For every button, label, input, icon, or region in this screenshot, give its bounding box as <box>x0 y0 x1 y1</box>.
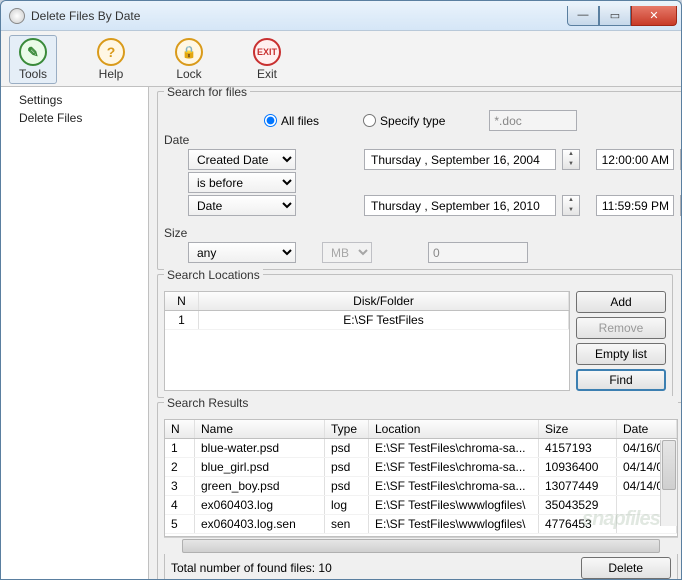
pencil-icon: ✎ <box>19 38 47 66</box>
window-title: Delete Files By Date <box>31 9 567 23</box>
time1-picker[interactable]: 12:00:00 AM <box>596 149 674 170</box>
search-results-group: Search Results N Name Type Location Size… <box>157 402 681 579</box>
col-header-type[interactable]: Type <box>325 420 369 438</box>
search-locations-group: Search Locations N Disk/Folder 1 E:\SF T… <box>157 274 673 398</box>
date1-spinner[interactable]: ▲▼ <box>562 149 580 170</box>
exit-button[interactable]: EXIT Exit <box>243 35 291 84</box>
type-filter-input[interactable] <box>489 110 577 131</box>
date-mode-select[interactable]: Date <box>188 195 296 216</box>
time2-spinner[interactable]: ▲▼ <box>680 195 681 216</box>
date1-picker[interactable]: Thursday , September 16, 2004 <box>364 149 556 170</box>
app-icon <box>9 8 25 24</box>
results-vscrollbar[interactable] <box>660 440 677 526</box>
col-header-date[interactable]: Date <box>617 420 677 438</box>
toolbar: ✎ Tools ? Help 🔒 Lock EXIT Exit <box>1 31 681 87</box>
delete-button[interactable]: Delete <box>581 557 671 579</box>
time2-picker[interactable]: 11:59:59 PM <box>596 195 674 216</box>
size-comparator-select[interactable]: any <box>188 242 296 263</box>
result-row[interactable]: 3green_boy.psdpsdE:\SF TestFiles\chroma-… <box>165 477 677 496</box>
sidebar-item-settings[interactable]: Settings <box>1 91 148 109</box>
search-locations-legend: Search Locations <box>164 268 263 282</box>
size-label: Size <box>164 226 206 240</box>
tools-button[interactable]: ✎ Tools <box>9 35 57 84</box>
minimize-button[interactable]: — <box>567 6 599 26</box>
toolbar-label: Exit <box>257 67 277 81</box>
location-row[interactable]: 1 E:\SF TestFiles <box>165 311 569 330</box>
result-row[interactable]: 5ex060403.log.sensenE:\SF TestFiles\wwwl… <box>165 515 677 534</box>
col-header-size[interactable]: Size <box>539 420 617 438</box>
empty-list-button[interactable]: Empty list <box>576 343 666 365</box>
specify-type-radio-input[interactable] <box>363 114 376 127</box>
all-files-radio[interactable]: All files <box>264 114 319 128</box>
date2-spinner[interactable]: ▲▼ <box>562 195 580 216</box>
maximize-button[interactable]: ▭ <box>599 6 631 26</box>
date-comparator-select[interactable]: is before <box>188 172 296 193</box>
date2-picker[interactable]: Thursday , September 16, 2010 <box>364 195 556 216</box>
lock-button[interactable]: 🔒 Lock <box>165 35 213 84</box>
close-button[interactable]: ✕ <box>631 6 677 26</box>
time1-spinner[interactable]: ▲▼ <box>680 149 681 170</box>
col-header-location[interactable]: Location <box>369 420 539 438</box>
sidebar-item-delete-files[interactable]: Delete Files <box>1 109 148 127</box>
find-button[interactable]: Find <box>576 369 666 391</box>
toolbar-label: Help <box>99 67 124 81</box>
search-results-legend: Search Results <box>164 396 678 410</box>
help-button[interactable]: ? Help <box>87 35 135 84</box>
size-unit-select[interactable]: MB <box>322 242 372 263</box>
remove-button[interactable]: Remove <box>576 317 666 339</box>
col-header-name[interactable]: Name <box>195 420 325 438</box>
specify-type-radio[interactable]: Specify type <box>363 114 445 128</box>
specify-type-label: Specify type <box>380 114 445 128</box>
col-header-n[interactable]: N <box>165 420 195 438</box>
total-files-label: Total number of found files: 10 <box>171 561 332 575</box>
search-files-legend: Search for files <box>164 87 250 99</box>
all-files-radio-input[interactable] <box>264 114 277 127</box>
search-files-group: Search for files All files Specify type … <box>157 91 681 270</box>
all-files-label: All files <box>281 114 319 128</box>
titlebar: Delete Files By Date — ▭ ✕ <box>1 1 681 31</box>
result-row[interactable]: 2blue_girl.psdpsdE:\SF TestFiles\chroma-… <box>165 458 677 477</box>
locations-table: N Disk/Folder 1 E:\SF TestFiles <box>164 291 570 391</box>
exit-icon: EXIT <box>253 38 281 66</box>
result-row[interactable]: 1blue-water.psdpsdE:\SF TestFiles\chroma… <box>165 439 677 458</box>
toolbar-label: Lock <box>176 67 201 81</box>
results-hscrollbar[interactable] <box>164 537 678 554</box>
toolbar-label: Tools <box>19 67 47 81</box>
lock-icon: 🔒 <box>175 38 203 66</box>
question-icon: ? <box>97 38 125 66</box>
result-row[interactable]: 4ex060403.loglogE:\SF TestFiles\wwwlogfi… <box>165 496 677 515</box>
add-button[interactable]: Add <box>576 291 666 313</box>
date-field-select[interactable]: Created Date <box>188 149 296 170</box>
col-header-n[interactable]: N <box>165 292 199 310</box>
results-table: N Name Type Location Size Date 1blue-wat… <box>164 419 678 537</box>
sidebar: Settings Delete Files <box>1 87 149 579</box>
size-value-input[interactable] <box>428 242 528 263</box>
date-label: Date <box>164 133 206 147</box>
col-header-disk[interactable]: Disk/Folder <box>199 292 569 310</box>
